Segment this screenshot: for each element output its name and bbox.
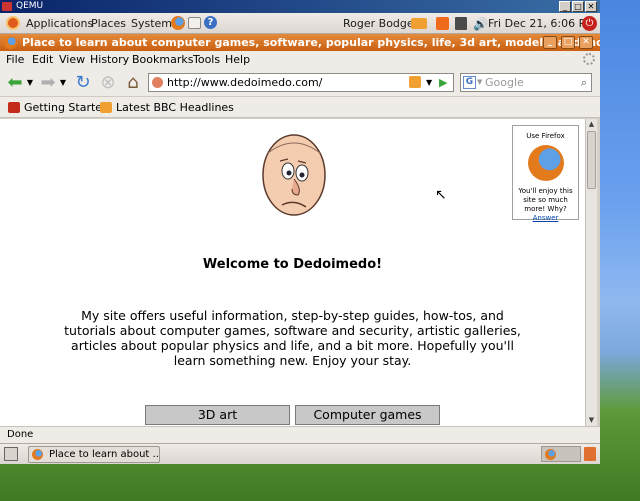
gnome-bottom-panel: Place to learn about ... [0,443,600,464]
menu-view[interactable]: View [59,53,85,66]
qemu-close-button[interactable]: ✕ [585,1,597,12]
ubuntu-logo-icon[interactable] [6,16,20,30]
system-menu[interactable]: System [131,17,172,30]
search-placeholder: Google [485,76,524,89]
menu-bookmarks[interactable]: Bookmarks [132,53,193,66]
status-text: Done [7,429,34,440]
qemu-minimize-button[interactable]: _ [559,1,571,12]
qemu-maximize-button[interactable]: □ [572,1,584,12]
page-content: Use Firefox You'll enjoy this site so mu… [0,119,585,426]
search-magnifier-icon[interactable]: ⌕ [581,74,587,91]
volume-icon[interactable]: 🔊 [473,17,488,31]
qemu-title: QEMU [16,1,44,11]
places-menu[interactable]: Places [91,17,126,30]
use-firefox-box: Use Firefox You'll enjoy this site so mu… [512,125,579,222]
workspace-switcher[interactable] [541,446,581,462]
rss-feed-icon[interactable] [409,76,421,88]
bookmarks-toolbar: Getting Started Latest BBC Headlines [0,97,600,118]
throbber-icon [583,53,595,65]
scroll-up-icon[interactable]: ▲ [586,119,597,130]
show-desktop-icon[interactable] [4,447,18,461]
qemu-window: QEMU _ □ ✕ Applications Places System ? … [0,0,600,464]
network-icon[interactable] [411,18,427,29]
use-firefox-text: You'll enjoy this site so much more! Why… [518,187,573,213]
scroll-down-icon[interactable]: ▼ [586,415,597,426]
taskbar-item-label: Place to learn about ... [49,449,160,460]
device-icon[interactable] [455,17,467,30]
gnome-top-panel: Applications Places System ? Roger Bodge… [0,13,600,34]
menu-edit[interactable]: Edit [32,53,53,66]
scroll-thumb[interactable] [587,131,596,189]
help-icon[interactable]: ? [204,16,217,29]
mail-launcher-icon[interactable] [188,17,201,29]
navigation-toolbar: ⬅ ▼ ➡ ▼ ↻ ⊗ ⌂ http://www.dedoimedo.com/ … [0,68,600,97]
firefox-window-title: Place to learn about computer games, sof… [22,36,600,49]
trash-icon[interactable] [584,447,596,461]
bookmark-getting-started[interactable]: Getting Started [8,101,109,114]
google-engine-icon[interactable]: G [463,76,476,89]
computer-games-button[interactable]: Computer games [295,405,440,425]
engine-dropdown-icon[interactable]: ▼ [477,74,482,91]
bookmark-label: Latest BBC Headlines [116,101,234,114]
reload-icon[interactable]: ↻ [73,73,93,93]
bookmark-label: Getting Started [24,101,110,114]
bookmark-bbc-headlines[interactable]: Latest BBC Headlines [100,101,234,114]
firefox-launcher-icon[interactable] [171,16,185,30]
firefox-minimize-button[interactable]: _ [543,36,557,49]
cartoon-face-image [262,134,326,216]
qemu-icon [2,2,12,11]
workspace-window-icon [545,449,556,460]
getting-started-icon [8,102,20,113]
firefox-menubar: File Edit View History Bookmarks Tools H… [0,51,600,68]
firefox-titlebar: Place to learn about computer games, sof… [0,34,600,51]
search-input[interactable]: G ▼ Google ⌕ [460,73,592,92]
welcome-heading: Welcome to Dedoimedo! [202,257,383,272]
3d-art-button[interactable]: 3D art [145,405,290,425]
back-button-icon[interactable]: ⬅ [5,73,25,93]
menu-tools[interactable]: Tools [193,53,220,66]
site-favicon-icon [152,77,163,88]
url-dropdown-icon[interactable]: ▼ [426,74,432,91]
forward-history-chevron-icon[interactable]: ▼ [59,73,67,93]
qemu-titlebar: QEMU _ □ ✕ [0,0,600,13]
home-icon[interactable]: ⌂ [123,73,143,93]
firefox-logo-icon[interactable] [527,145,564,181]
url-text: http://www.dedoimedo.com/ [167,76,323,89]
power-icon[interactable]: ⏻ [582,16,597,31]
user-name[interactable]: Roger Bodger [343,17,418,30]
status-bar: Done [0,426,600,443]
url-bar[interactable]: http://www.dedoimedo.com/ ▼ ▶ [148,73,454,92]
taskbar-firefox-icon [32,449,43,460]
intro-paragraph: My site offers useful information, step-… [64,308,521,368]
menu-file[interactable]: File [6,53,24,66]
firefox-window-icon [4,36,17,49]
mouse-cursor-icon: ↖ [435,187,447,203]
firefox-maximize-button[interactable]: □ [561,36,575,49]
back-history-chevron-icon[interactable]: ▼ [26,73,34,93]
panel-clock[interactable]: Fri Dec 21, 6:06 PM [488,17,595,30]
answer-link[interactable]: Answer [533,214,559,222]
rss-bookmark-icon [100,102,112,113]
stop-icon[interactable]: ⊗ [98,73,118,93]
go-button-icon[interactable]: ▶ [439,74,447,91]
forward-button-icon[interactable]: ➡ [38,73,58,93]
firefox-close-button[interactable]: ✕ [579,36,593,49]
applications-menu[interactable]: Applications [26,17,93,30]
update-notifier-icon[interactable] [436,17,449,30]
use-firefox-title: Use Firefox [526,132,565,140]
menu-help[interactable]: Help [225,53,250,66]
page-scrollbar[interactable]: ▲ ▼ [585,119,597,426]
taskbar-firefox-item[interactable]: Place to learn about ... [28,446,160,463]
menu-history[interactable]: History [90,53,129,66]
